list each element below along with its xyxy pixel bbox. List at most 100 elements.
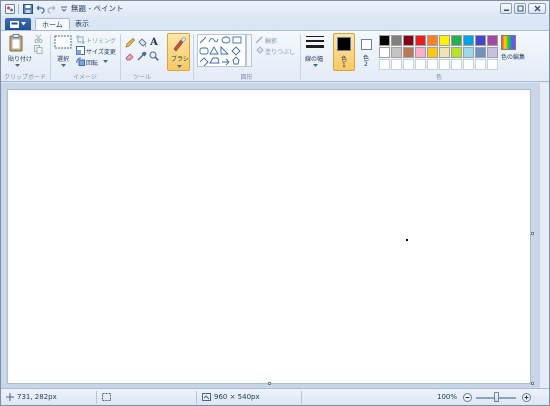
crop-icon[interactable] <box>76 35 85 44</box>
custom-color-slot[interactable] <box>463 59 474 70</box>
outline-label: 輪郭 <box>265 38 278 45</box>
custom-color-slot[interactable] <box>403 59 414 70</box>
select-label: 選択 <box>57 56 70 63</box>
edit-colors-label: 色の編集 <box>501 54 526 61</box>
palette-swatch[interactable] <box>391 47 402 58</box>
ribbon: 貼り付け クリップボード 選択 トリミング サイズ変更 回転 イメージ A ツー… <box>1 30 549 82</box>
palette-swatch[interactable] <box>463 47 474 58</box>
palette-swatch[interactable] <box>427 47 438 58</box>
zoom-slider-thumb[interactable] <box>494 392 499 402</box>
window-title: 無題 - ペイント <box>71 4 124 13</box>
paste-button[interactable] <box>9 34 25 52</box>
custom-color-slot[interactable] <box>439 59 450 70</box>
status-divider <box>301 391 302 404</box>
palette-swatch[interactable] <box>403 47 414 58</box>
palette-swatch[interactable] <box>439 35 450 46</box>
shapes-gallery[interactable] <box>197 34 246 67</box>
save-icon[interactable] <box>22 3 33 14</box>
palette-swatch[interactable] <box>451 47 462 58</box>
magnifier-icon[interactable] <box>149 51 159 61</box>
paint-window: 無題 - ペイント ホーム 表示 貼り付け クリップボード 選択 トリミング サ… <box>0 0 550 406</box>
color1-swatch <box>337 37 351 51</box>
custom-color-slot[interactable] <box>379 59 390 70</box>
palette-swatch[interactable] <box>415 47 426 58</box>
zoom-in-button[interactable] <box>522 393 531 402</box>
color-picker-icon[interactable] <box>137 51 147 61</box>
paint-menu-button[interactable] <box>5 18 31 30</box>
clipboard-group-label: クリップボード <box>3 74 46 81</box>
canvas-size-text: 960 × 540px <box>214 393 260 401</box>
shapes-scroll[interactable] <box>246 34 252 67</box>
color2-number: 2 <box>364 61 368 68</box>
resize-handle-bottom[interactable] <box>268 382 271 385</box>
close-button[interactable] <box>528 3 546 14</box>
custom-color-slot[interactable] <box>427 59 438 70</box>
brushes-label: ブラシ <box>171 56 189 63</box>
zoom-out-button[interactable] <box>463 393 472 402</box>
fill-shape-icon[interactable] <box>255 46 264 55</box>
selection-icon <box>102 393 111 401</box>
resize-icon[interactable] <box>76 46 85 55</box>
palette-swatch[interactable] <box>487 47 498 58</box>
palette-swatch[interactable] <box>439 47 450 58</box>
cursor-position: 731, 282px <box>6 393 57 401</box>
shapes-gallery-icons <box>199 36 242 67</box>
palette-swatch[interactable] <box>451 35 462 46</box>
text-icon[interactable]: A <box>149 37 159 48</box>
palette-swatch[interactable] <box>475 35 486 46</box>
custom-color-slot[interactable] <box>487 59 498 70</box>
paint-app-icon[interactable] <box>4 3 15 14</box>
custom-color-slot[interactable] <box>391 59 402 70</box>
custom-color-slot[interactable] <box>475 59 486 70</box>
tab-view-label: 表示 <box>75 20 89 28</box>
tab-view[interactable]: 表示 <box>69 18 95 30</box>
custom-color-slot[interactable] <box>451 59 462 70</box>
undo-icon[interactable] <box>34 3 45 14</box>
qat-customize-icon[interactable] <box>58 3 69 14</box>
color1-button[interactable]: 色 1 <box>333 33 355 71</box>
edit-colors-icon[interactable] <box>501 35 516 50</box>
palette-swatch[interactable] <box>475 47 486 58</box>
colors-group-label: 色 <box>435 74 442 81</box>
drawing-canvas[interactable] <box>7 89 531 384</box>
canvas-size: 960 × 540px <box>202 393 260 401</box>
palette-swatch[interactable] <box>415 35 426 46</box>
shapes-group: 輪郭 塗りつぶし 図形 <box>194 31 299 82</box>
canvas-workarea <box>1 83 549 388</box>
pencil-icon[interactable] <box>125 38 135 48</box>
rotate-icon[interactable] <box>76 57 85 66</box>
resize-handle-right[interactable] <box>531 232 534 235</box>
palette-swatch[interactable] <box>379 47 390 58</box>
tools-group: A ツール <box>121 31 163 82</box>
brush-icon <box>171 36 187 52</box>
color1-number: 1 <box>342 62 346 69</box>
image-group: 選択 トリミング サイズ変更 回転 イメージ <box>51 31 119 82</box>
color2-button[interactable]: 色 2 <box>357 33 379 71</box>
brushes-button[interactable]: ブラシ <box>167 33 190 71</box>
outline-icon[interactable] <box>255 35 264 44</box>
select-button[interactable] <box>54 35 72 49</box>
palette-swatch[interactable] <box>463 35 474 46</box>
palette-swatch[interactable] <box>403 35 414 46</box>
eraser-icon[interactable] <box>125 51 135 61</box>
palette-swatch[interactable] <box>487 35 498 46</box>
vertical-scrollbar[interactable] <box>539 83 549 388</box>
minimize-button[interactable] <box>500 3 512 14</box>
copy-icon[interactable] <box>34 45 43 54</box>
maximize-button[interactable] <box>514 3 526 14</box>
redo-icon[interactable] <box>46 3 57 14</box>
fill-icon[interactable] <box>137 38 147 48</box>
ribbon-tabs: ホーム 表示 <box>1 17 549 31</box>
size-group[interactable]: 線の幅 <box>301 31 329 82</box>
paste-dropdown-icon[interactable] <box>13 63 21 68</box>
resize-handle-corner[interactable] <box>531 382 534 385</box>
rotate-dropdown-icon[interactable] <box>102 59 108 64</box>
status-bar: 731, 282px 960 × 540px 100% <box>1 388 549 405</box>
palette-swatch[interactable] <box>379 35 390 46</box>
cut-icon[interactable] <box>34 34 43 43</box>
palette-swatch[interactable] <box>391 35 402 46</box>
palette-swatch[interactable] <box>427 35 438 46</box>
color-palette <box>379 35 498 70</box>
custom-color-slot[interactable] <box>415 59 426 70</box>
select-dropdown-icon[interactable] <box>59 63 67 68</box>
